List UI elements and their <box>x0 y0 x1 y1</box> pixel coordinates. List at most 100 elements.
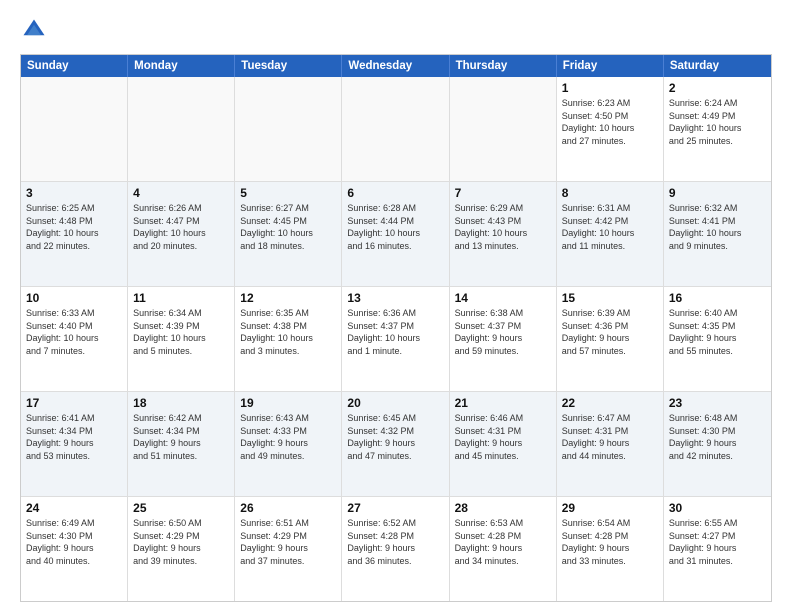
day-number: 12 <box>240 291 336 305</box>
cal-cell-day-1: 1Sunrise: 6:23 AM Sunset: 4:50 PM Daylig… <box>557 77 664 181</box>
day-number: 4 <box>133 186 229 200</box>
day-info: Sunrise: 6:50 AM Sunset: 4:29 PM Dayligh… <box>133 517 229 567</box>
day-info: Sunrise: 6:43 AM Sunset: 4:33 PM Dayligh… <box>240 412 336 462</box>
day-info: Sunrise: 6:25 AM Sunset: 4:48 PM Dayligh… <box>26 202 122 252</box>
day-number: 1 <box>562 81 658 95</box>
day-number: 7 <box>455 186 551 200</box>
cal-week-4: 17 Sunrise: 6:41 AM Sunset: 4:34 PM Dayli… <box>21 392 771 497</box>
cal-cell-day-7: 7Sunrise: 6:29 AM Sunset: 4:43 PM Daylig… <box>450 182 557 286</box>
cal-cell-empty <box>342 77 449 181</box>
day-number: 6 <box>347 186 443 200</box>
day-number: 5 <box>240 186 336 200</box>
day-number: 3 <box>26 186 122 200</box>
cal-cell-day-16: 16Sunrise: 6:40 AM Sunset: 4:35 PM Dayli… <box>664 287 771 391</box>
day-number: 22 <box>562 396 658 410</box>
cal-cell-day-19: 19 Sunrise: 6:43 AM Sunset: 4:33 PM Dayli… <box>235 392 342 496</box>
cal-header-friday: Friday <box>557 55 664 77</box>
cal-cell-day-26: 26 Sunrise: 6:51 AM Sunset: 4:29 PM Dayli… <box>235 497 342 601</box>
logo-icon <box>20 16 48 44</box>
cal-cell-empty <box>450 77 557 181</box>
day-number: 11 <box>133 291 229 305</box>
day-info: Sunrise: 6:49 AM Sunset: 4:30 PM Dayligh… <box>26 517 122 567</box>
cal-header-tuesday: Tuesday <box>235 55 342 77</box>
cal-cell-day-8: 8 Sunrise: 6:31 AM Sunset: 4:42 PM Daylig… <box>557 182 664 286</box>
day-info: Sunrise: 6:38 AM Sunset: 4:37 PM Dayligh… <box>455 307 551 357</box>
cal-cell-day-21: 21Sunrise: 6:46 AM Sunset: 4:31 PM Dayli… <box>450 392 557 496</box>
cal-cell-day-20: 20 Sunrise: 6:45 AM Sunset: 4:32 PM Dayli… <box>342 392 449 496</box>
cal-cell-day-24: 24 Sunrise: 6:49 AM Sunset: 4:30 PM Dayli… <box>21 497 128 601</box>
day-number: 10 <box>26 291 122 305</box>
day-number: 14 <box>455 291 551 305</box>
cal-week-5: 24 Sunrise: 6:49 AM Sunset: 4:30 PM Dayli… <box>21 497 771 601</box>
day-info: Sunrise: 6:48 AM Sunset: 4:30 PM Dayligh… <box>669 412 766 462</box>
day-info: Sunrise: 6:34 AM Sunset: 4:39 PM Dayligh… <box>133 307 229 357</box>
cal-cell-day-27: 27 Sunrise: 6:52 AM Sunset: 4:28 PM Dayli… <box>342 497 449 601</box>
day-number: 13 <box>347 291 443 305</box>
cal-week-3: 10 Sunrise: 6:33 AM Sunset: 4:40 PM Dayli… <box>21 287 771 392</box>
cal-cell-day-2: 2 Sunrise: 6:24 AM Sunset: 4:49 PM Daylig… <box>664 77 771 181</box>
day-number: 16 <box>669 291 766 305</box>
day-info: Sunrise: 6:26 AM Sunset: 4:47 PM Dayligh… <box>133 202 229 252</box>
cal-cell-day-17: 17 Sunrise: 6:41 AM Sunset: 4:34 PM Dayli… <box>21 392 128 496</box>
cal-cell-day-5: 5 Sunrise: 6:27 AM Sunset: 4:45 PM Daylig… <box>235 182 342 286</box>
day-info: Sunrise: 6:36 AM Sunset: 4:37 PM Dayligh… <box>347 307 443 357</box>
day-number: 24 <box>26 501 122 515</box>
day-number: 17 <box>26 396 122 410</box>
day-number: 26 <box>240 501 336 515</box>
cal-cell-day-12: 12 Sunrise: 6:35 AM Sunset: 4:38 PM Dayli… <box>235 287 342 391</box>
day-info: Sunrise: 6:51 AM Sunset: 4:29 PM Dayligh… <box>240 517 336 567</box>
day-info: Sunrise: 6:33 AM Sunset: 4:40 PM Dayligh… <box>26 307 122 357</box>
day-number: 2 <box>669 81 766 95</box>
page: SundayMondayTuesdayWednesdayThursdayFrid… <box>0 0 792 612</box>
day-info: Sunrise: 6:42 AM Sunset: 4:34 PM Dayligh… <box>133 412 229 462</box>
day-number: 30 <box>669 501 766 515</box>
cal-cell-day-30: 30Sunrise: 6:55 AM Sunset: 4:27 PM Dayli… <box>664 497 771 601</box>
day-number: 23 <box>669 396 766 410</box>
calendar-body: 1Sunrise: 6:23 AM Sunset: 4:50 PM Daylig… <box>21 77 771 601</box>
day-info: Sunrise: 6:52 AM Sunset: 4:28 PM Dayligh… <box>347 517 443 567</box>
cal-header-monday: Monday <box>128 55 235 77</box>
header <box>20 16 772 44</box>
day-info: Sunrise: 6:45 AM Sunset: 4:32 PM Dayligh… <box>347 412 443 462</box>
day-info: Sunrise: 6:32 AM Sunset: 4:41 PM Dayligh… <box>669 202 766 252</box>
cal-cell-day-23: 23 Sunrise: 6:48 AM Sunset: 4:30 PM Dayli… <box>664 392 771 496</box>
day-info: Sunrise: 6:24 AM Sunset: 4:49 PM Dayligh… <box>669 97 766 147</box>
day-number: 9 <box>669 186 766 200</box>
day-number: 25 <box>133 501 229 515</box>
calendar: SundayMondayTuesdayWednesdayThursdayFrid… <box>20 54 772 602</box>
day-info: Sunrise: 6:53 AM Sunset: 4:28 PM Dayligh… <box>455 517 551 567</box>
cal-cell-day-22: 22 Sunrise: 6:47 AM Sunset: 4:31 PM Dayli… <box>557 392 664 496</box>
calendar-header-row: SundayMondayTuesdayWednesdayThursdayFrid… <box>21 55 771 77</box>
cal-header-sunday: Sunday <box>21 55 128 77</box>
cal-cell-empty <box>235 77 342 181</box>
day-number: 19 <box>240 396 336 410</box>
cal-cell-day-28: 28 Sunrise: 6:53 AM Sunset: 4:28 PM Dayli… <box>450 497 557 601</box>
day-number: 20 <box>347 396 443 410</box>
logo <box>20 16 52 44</box>
day-info: Sunrise: 6:39 AM Sunset: 4:36 PM Dayligh… <box>562 307 658 357</box>
cal-week-2: 3 Sunrise: 6:25 AM Sunset: 4:48 PM Daylig… <box>21 182 771 287</box>
cal-cell-day-13: 13 Sunrise: 6:36 AM Sunset: 4:37 PM Dayli… <box>342 287 449 391</box>
cal-cell-day-18: 18Sunrise: 6:42 AM Sunset: 4:34 PM Dayli… <box>128 392 235 496</box>
day-info: Sunrise: 6:54 AM Sunset: 4:28 PM Dayligh… <box>562 517 658 567</box>
cal-cell-empty <box>128 77 235 181</box>
cal-cell-day-15: 15Sunrise: 6:39 AM Sunset: 4:36 PM Dayli… <box>557 287 664 391</box>
day-number: 27 <box>347 501 443 515</box>
cal-cell-day-11: 11 Sunrise: 6:34 AM Sunset: 4:39 PM Dayli… <box>128 287 235 391</box>
cal-cell-day-10: 10 Sunrise: 6:33 AM Sunset: 4:40 PM Dayli… <box>21 287 128 391</box>
cal-week-1: 1Sunrise: 6:23 AM Sunset: 4:50 PM Daylig… <box>21 77 771 182</box>
cal-cell-day-25: 25 Sunrise: 6:50 AM Sunset: 4:29 PM Dayli… <box>128 497 235 601</box>
cal-cell-day-9: 9 Sunrise: 6:32 AM Sunset: 4:41 PM Daylig… <box>664 182 771 286</box>
day-number: 28 <box>455 501 551 515</box>
cal-cell-day-4: 4 Sunrise: 6:26 AM Sunset: 4:47 PM Daylig… <box>128 182 235 286</box>
day-info: Sunrise: 6:35 AM Sunset: 4:38 PM Dayligh… <box>240 307 336 357</box>
day-number: 8 <box>562 186 658 200</box>
day-number: 21 <box>455 396 551 410</box>
day-info: Sunrise: 6:27 AM Sunset: 4:45 PM Dayligh… <box>240 202 336 252</box>
day-info: Sunrise: 6:41 AM Sunset: 4:34 PM Dayligh… <box>26 412 122 462</box>
day-info: Sunrise: 6:31 AM Sunset: 4:42 PM Dayligh… <box>562 202 658 252</box>
cal-cell-day-6: 6Sunrise: 6:28 AM Sunset: 4:44 PM Daylig… <box>342 182 449 286</box>
cal-cell-day-14: 14 Sunrise: 6:38 AM Sunset: 4:37 PM Dayli… <box>450 287 557 391</box>
cal-header-saturday: Saturday <box>664 55 771 77</box>
day-info: Sunrise: 6:47 AM Sunset: 4:31 PM Dayligh… <box>562 412 658 462</box>
